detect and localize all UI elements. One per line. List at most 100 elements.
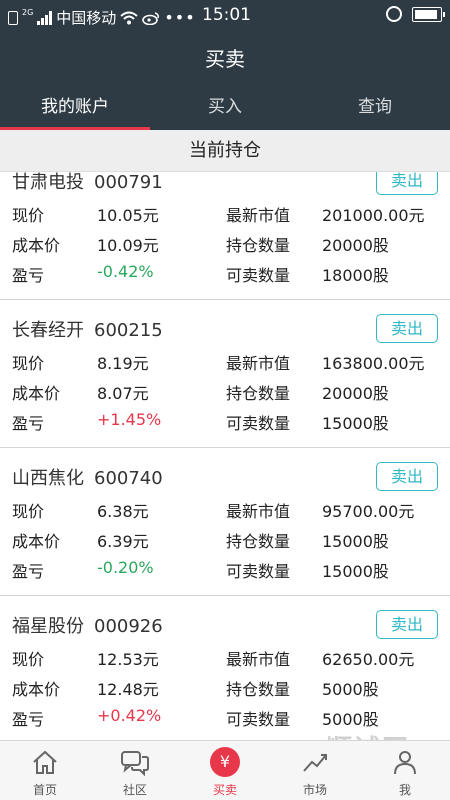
- row-pnl: 盈亏 -0.42% 可卖数量 18000股: [0, 262, 450, 286]
- value-price: 6.38元: [97, 502, 149, 521]
- battery-icon: [412, 6, 445, 22]
- label-pnl: 盈亏: [12, 710, 45, 729]
- status-bar: 2G 中国移动 ••• 15:01: [0, 0, 450, 31]
- label-pnl: 盈亏: [12, 562, 45, 581]
- holdings-list[interactable]: 甘肃电投 000791 卖出 现价 10.05元 最新市值 201000.00元 …: [0, 172, 450, 740]
- nav-home-label: 首页: [32, 783, 57, 797]
- row-price: 现价 10.05元 最新市值 201000.00元: [0, 202, 450, 226]
- value-cost: 6.39元: [97, 532, 149, 551]
- alarm-icon: [386, 6, 402, 22]
- label-price: 现价: [12, 206, 45, 225]
- holdings-list-inner: 甘肃电投 000791 卖出 现价 10.05元 最新市值 201000.00元 …: [0, 172, 450, 740]
- nav-community[interactable]: 社区: [90, 741, 180, 800]
- value-market-value: 95700.00元: [322, 502, 415, 521]
- label-market-value: 最新市值: [226, 354, 291, 373]
- nav-home[interactable]: 首页: [0, 741, 90, 800]
- label-sellable: 可卖数量: [226, 562, 291, 581]
- value-pnl: -0.42%: [97, 262, 154, 281]
- row-price: 现价 12.53元 最新市值 62650.00元: [0, 646, 450, 670]
- stock-name: 山西焦化: [12, 468, 84, 489]
- nav-trade-label: 买卖: [212, 783, 237, 797]
- stock-title: 长春经开 600215: [12, 316, 163, 342]
- label-price: 现价: [12, 502, 45, 521]
- value-cost: 8.07元: [97, 384, 149, 403]
- value-sellable: 5000股: [322, 710, 379, 729]
- label-market-value: 最新市值: [226, 206, 291, 225]
- label-price: 现价: [12, 650, 45, 669]
- label-cost: 成本价: [12, 384, 61, 403]
- label-sellable: 可卖数量: [226, 710, 291, 729]
- label-pnl: 盈亏: [12, 414, 45, 433]
- label-cost: 成本价: [12, 532, 61, 551]
- label-sellable: 可卖数量: [226, 266, 291, 285]
- row-cost: 成本价 6.39元 持仓数量 15000股: [0, 528, 450, 552]
- more-icon: •••: [164, 8, 196, 27]
- nav-community-label: 社区: [122, 783, 147, 797]
- tab-query[interactable]: 查询: [300, 87, 450, 130]
- user-icon: [394, 751, 416, 775]
- chart-icon: [303, 754, 327, 772]
- label-cost: 成本价: [12, 680, 61, 699]
- value-position: 20000股: [322, 236, 389, 255]
- sell-button[interactable]: 卖出: [376, 172, 438, 195]
- value-position: 20000股: [322, 384, 389, 403]
- network-type-label: 2G: [22, 8, 34, 17]
- status-left: 2G 中国移动 •••: [8, 7, 196, 28]
- value-price: 10.05元: [97, 206, 159, 225]
- value-position: 5000股: [322, 680, 379, 699]
- value-market-value: 62650.00元: [322, 650, 415, 669]
- row-cost: 成本价 10.09元 持仓数量 20000股: [0, 232, 450, 256]
- value-market-value: 163800.00元: [322, 354, 425, 373]
- label-position: 持仓数量: [226, 384, 291, 403]
- nav-me[interactable]: 我: [360, 741, 450, 800]
- label-position: 持仓数量: [226, 680, 291, 699]
- stock-name: 福星股份: [12, 616, 84, 637]
- row-price: 现价 6.38元 最新市值 95700.00元: [0, 498, 450, 522]
- battery-fill: [415, 9, 437, 19]
- home-icon: [33, 750, 57, 774]
- row-cost: 成本价 12.48元 持仓数量 5000股: [0, 676, 450, 700]
- value-market-value: 201000.00元: [322, 206, 425, 225]
- stock-title: 山西焦化 600740: [12, 464, 163, 490]
- nav-market[interactable]: 市场: [270, 741, 360, 800]
- holding-card: 长春经开 600215 卖出 现价 8.19元 最新市值 163800.00元 成…: [0, 300, 450, 448]
- tab-my-account[interactable]: 我的账户: [0, 87, 150, 130]
- value-price: 12.53元: [97, 650, 159, 669]
- nav-market-label: 市场: [302, 783, 327, 797]
- label-market-value: 最新市值: [226, 502, 291, 521]
- stock-title: 甘肃电投 000791: [12, 172, 163, 194]
- sell-button[interactable]: 卖出: [376, 610, 438, 639]
- yen-icon: ¥: [210, 747, 240, 777]
- value-sellable: 15000股: [322, 562, 389, 581]
- nav-trade[interactable]: ¥ 买卖: [180, 741, 270, 800]
- label-pnl: 盈亏: [12, 266, 45, 285]
- stock-code: 600740: [94, 468, 163, 489]
- stock-code: 600215: [94, 320, 163, 341]
- stock-code: 000791: [94, 172, 163, 193]
- tab-bar: 我的账户 买入 查询: [0, 87, 450, 130]
- stock-title: 福星股份 000926: [12, 612, 163, 638]
- label-position: 持仓数量: [226, 236, 291, 255]
- value-price: 8.19元: [97, 354, 149, 373]
- signal-icon: [37, 10, 53, 25]
- sell-button[interactable]: 卖出: [376, 314, 438, 343]
- label-cost: 成本价: [12, 236, 61, 255]
- tab-buy[interactable]: 买入: [150, 87, 300, 130]
- sim-icon: [8, 10, 18, 25]
- label-market-value: 最新市值: [226, 650, 291, 669]
- chat-icon: [121, 751, 149, 777]
- section-header-holdings: 当前持仓: [0, 130, 450, 172]
- value-position: 15000股: [322, 532, 389, 551]
- stock-code: 000926: [94, 616, 163, 637]
- weibo-icon: [142, 11, 160, 25]
- row-pnl: 盈亏 -0.20% 可卖数量 15000股: [0, 558, 450, 582]
- row-pnl: 盈亏 +1.45% 可卖数量 15000股: [0, 410, 450, 434]
- value-sellable: 15000股: [322, 414, 389, 433]
- sell-button[interactable]: 卖出: [376, 462, 438, 491]
- carrier-label: 中国移动: [56, 9, 117, 27]
- value-pnl: +0.42%: [97, 706, 162, 725]
- page-title: 买卖: [0, 31, 450, 87]
- stock-name: 甘肃电投: [12, 172, 84, 193]
- status-time: 15:01: [202, 5, 251, 25]
- label-position: 持仓数量: [226, 532, 291, 551]
